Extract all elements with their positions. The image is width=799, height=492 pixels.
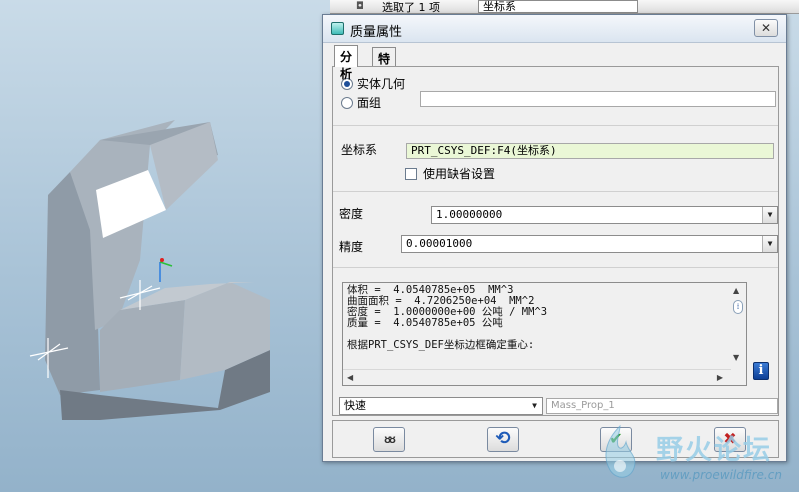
close-button[interactable]: ✕ — [754, 19, 778, 37]
use-default-checkbox[interactable] — [405, 167, 417, 180]
density-label: 密度 — [339, 207, 364, 221]
lock-icon: ◘ — [356, 1, 364, 12]
density-value: 1.00000000 — [436, 208, 503, 221]
tab-feature[interactable]: 特征 — [372, 47, 397, 83]
scroll-thumb[interactable]: ⁞ — [733, 300, 743, 314]
filter-combobox[interactable]: 坐标系 — [478, 0, 638, 13]
precision-value: 0.00001000 — [406, 237, 473, 250]
chevron-down-icon[interactable]: ▼ — [762, 236, 777, 252]
selection-count: 选取了 1 项 — [382, 1, 440, 14]
results-text-area[interactable]: 体积 = 4.0540785e+05 MM^3 曲面面积 = 4.7206250… — [342, 282, 747, 386]
preview-button[interactable]: ᴕᴕ — [373, 427, 405, 452]
quilt-option[interactable]: 面组 — [341, 94, 381, 111]
results-vertical-scrollbar[interactable]: ▲ ⁞ ▼ — [730, 283, 746, 369]
csys-label: 坐标系 — [341, 143, 378, 157]
precision-input[interactable]: 0.00001000 ▼ — [401, 235, 778, 253]
mode-value: 快速 — [344, 399, 366, 412]
separator — [333, 267, 778, 268]
precision-label: 精度 — [339, 240, 364, 254]
dialog-titlebar[interactable]: 质量属性 ✕ — [323, 15, 786, 43]
dialog-title: 质量属性 — [350, 25, 403, 40]
info-icon[interactable]: i — [753, 362, 769, 380]
ok-button[interactable]: ✔ — [600, 427, 632, 452]
separator — [333, 191, 778, 192]
quilt-field[interactable] — [420, 91, 776, 107]
scroll-up-icon[interactable]: ▲ — [733, 286, 739, 295]
csys-field[interactable]: PRT_CSYS_DEF:F4(坐标系) — [406, 143, 774, 159]
separator — [333, 125, 778, 126]
chevron-down-icon[interactable]: ▼ — [527, 398, 542, 414]
repeat-button[interactable]: ⟲ — [487, 427, 519, 452]
results-horizontal-scrollbar[interactable]: ◀ ▶ — [343, 369, 731, 385]
cancel-button[interactable]: ✖ — [714, 427, 746, 452]
mass-properties-dialog: 质量属性 ✕ 分析 特征 实体几何 面组 坐标系 PRT_CSYS_DEF:F4… — [322, 14, 787, 462]
scroll-right-icon[interactable]: ▶ — [717, 373, 723, 382]
quilt-radio[interactable] — [341, 96, 353, 109]
solid-geometry-label: 实体几何 — [357, 77, 406, 91]
selection-toolbar: ◘ 选取了 1 项 坐标系 — [330, 0, 799, 14]
scroll-left-icon[interactable]: ◀ — [347, 373, 353, 382]
tab-analysis[interactable]: 分析 — [334, 45, 359, 81]
csys-axis-icon — [159, 258, 173, 282]
quilt-label: 面组 — [357, 96, 382, 110]
chevron-down-icon[interactable]: ▼ — [762, 207, 777, 223]
mode-select[interactable]: 快速 ▼ — [339, 397, 543, 415]
watermark-url: www.proewildfire.cn — [660, 468, 782, 482]
dialog-app-icon — [331, 22, 344, 35]
results-text: 体积 = 4.0540785e+05 MM^3 曲面面积 = 4.7206250… — [347, 284, 548, 351]
analysis-panel: 实体几何 面组 坐标系 PRT_CSYS_DEF:F4(坐标系) 使用缺省设置 … — [332, 66, 779, 416]
use-default-label: 使用缺省设置 — [423, 167, 496, 181]
dialog-button-bar: ᴕᴕ ⟲ ✔ ✖ — [332, 420, 779, 458]
analysis-name-field[interactable]: Mass_Prop_1 — [546, 398, 778, 414]
scroll-down-icon[interactable]: ▼ — [733, 353, 739, 362]
model-viewport[interactable] — [0, 0, 330, 492]
use-default-option[interactable]: 使用缺省设置 — [405, 165, 495, 182]
density-input[interactable]: 1.00000000 ▼ — [431, 206, 778, 224]
